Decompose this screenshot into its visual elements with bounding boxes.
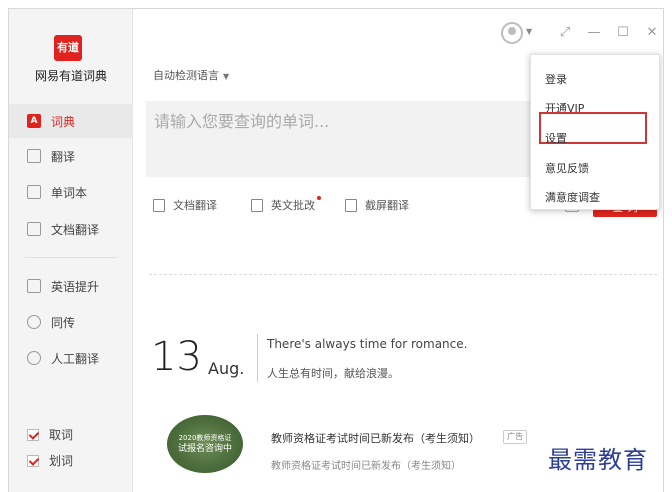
sidebar-item-label: 翻译 bbox=[51, 149, 76, 164]
pick-word-toggle[interactable]: 取词 bbox=[27, 426, 73, 443]
document-icon bbox=[27, 222, 41, 236]
dictionary-icon: A bbox=[27, 114, 41, 128]
language-select[interactable]: 自动检测语言 ▼ bbox=[153, 67, 229, 83]
essay-review-button[interactable]: 英文批改 bbox=[251, 196, 321, 213]
play-icon bbox=[27, 279, 41, 293]
daily-divider bbox=[257, 334, 258, 382]
pick-word-checkbox[interactable] bbox=[27, 428, 39, 441]
daily-day: 13 bbox=[151, 334, 202, 380]
app-logo: 有道 bbox=[54, 35, 82, 61]
sidebar-item-label: 单词本 bbox=[51, 185, 88, 200]
menu-item-survey[interactable]: 满意度调查 bbox=[545, 189, 600, 205]
chevron-down-icon: ▼ bbox=[223, 72, 230, 81]
ad-subtitle: 教师资格证考试时间已新发布（考生须知） bbox=[271, 461, 461, 472]
watermark-text: 最需教育 bbox=[548, 446, 648, 474]
close-icon[interactable]: ✕ bbox=[643, 23, 661, 41]
document-icon bbox=[153, 198, 165, 212]
sidebar-item-english-improve[interactable]: 英语提升 bbox=[9, 269, 133, 303]
divider bbox=[149, 274, 657, 275]
notification-dot bbox=[317, 196, 321, 200]
ad-image-line1: 2020教师资格证 bbox=[178, 434, 232, 442]
menu-item-feedback[interactable]: 意见反馈 bbox=[545, 160, 589, 176]
edit-icon bbox=[251, 198, 263, 212]
daily-sentence-en[interactable]: There's always time for romance. bbox=[267, 337, 467, 351]
minimize-icon[interactable]: — bbox=[585, 23, 603, 41]
screenshot-translate-button[interactable]: 截屏翻译 bbox=[345, 197, 409, 213]
menu-item-settings[interactable]: 设置 bbox=[545, 130, 567, 146]
sidebar-item-label: 词典 bbox=[51, 114, 76, 129]
ad-badge: 广告 bbox=[503, 430, 527, 444]
essay-review-text: 英文批改 bbox=[271, 199, 315, 212]
menu-item-login[interactable]: 登录 bbox=[545, 71, 567, 87]
sidebar-item-label: 英语提升 bbox=[51, 279, 100, 294]
select-word-checkbox[interactable] bbox=[27, 454, 39, 467]
sidebar-item-label: 同传 bbox=[51, 315, 76, 330]
pick-word-label: 取词 bbox=[49, 428, 74, 442]
app-name: 网易有道词典 bbox=[34, 69, 107, 83]
search-input[interactable] bbox=[154, 109, 524, 133]
ad-title[interactable]: 教师资格证考试时间已新发布（考生须知） bbox=[271, 430, 480, 446]
user-avatar[interactable] bbox=[501, 22, 523, 44]
essay-review-label: 英文批改 bbox=[271, 196, 321, 213]
user-dropdown-menu: 登录 开通VIP 设置 意见反馈 满意度调查 bbox=[530, 54, 660, 210]
sidebar-item-dictionary[interactable]: A 词典 bbox=[9, 104, 133, 138]
select-word-toggle[interactable]: 划词 bbox=[27, 452, 73, 469]
sidebar-item-human-translate[interactable]: 人工翻译 bbox=[9, 341, 133, 375]
chevron-down-icon[interactable]: ▼ bbox=[526, 27, 532, 36]
select-word-label: 划词 bbox=[49, 454, 74, 468]
sidebar-divider bbox=[25, 257, 117, 258]
doc-translate-button[interactable]: 文档翻译 bbox=[153, 197, 217, 213]
translate-icon bbox=[27, 149, 41, 163]
sidebar-item-translate[interactable]: 翻译 bbox=[9, 139, 133, 173]
language-select-label: 自动检测语言 bbox=[153, 69, 219, 82]
ad-image[interactable]: 2020教师资格证 试报名咨询中 bbox=[167, 415, 243, 473]
screenshot-translate-label: 截屏翻译 bbox=[365, 199, 409, 212]
sidebar-item-doc-translate[interactable]: 文档翻译 bbox=[9, 212, 133, 246]
crop-icon bbox=[345, 198, 357, 212]
wordbook-icon bbox=[27, 185, 41, 199]
app-window: 有道 网易有道词典 A 词典 翻译 单词本 文档翻译 英语提升 同传 人工翻译 … bbox=[8, 8, 664, 492]
daily-month: Aug. bbox=[208, 359, 245, 378]
maximize-icon[interactable]: ☐ bbox=[614, 23, 632, 41]
ad-image-line2: 试报名咨询中 bbox=[177, 444, 232, 454]
daily-sentence-cn: 人生总有时间，献给浪漫。 bbox=[267, 367, 399, 380]
sidebar: 有道 网易有道词典 A 词典 翻译 单词本 文档翻译 英语提升 同传 人工翻译 … bbox=[9, 9, 133, 492]
sidebar-item-label: 人工翻译 bbox=[51, 351, 100, 366]
doc-translate-label: 文档翻译 bbox=[173, 199, 217, 212]
headset-icon bbox=[27, 315, 41, 329]
mini-mode-icon[interactable]: ⤢ bbox=[556, 23, 574, 41]
person-icon bbox=[27, 351, 41, 365]
sidebar-item-simultaneous[interactable]: 同传 bbox=[9, 305, 133, 339]
sidebar-item-label: 文档翻译 bbox=[51, 222, 100, 237]
sidebar-item-wordbook[interactable]: 单词本 bbox=[9, 175, 133, 209]
